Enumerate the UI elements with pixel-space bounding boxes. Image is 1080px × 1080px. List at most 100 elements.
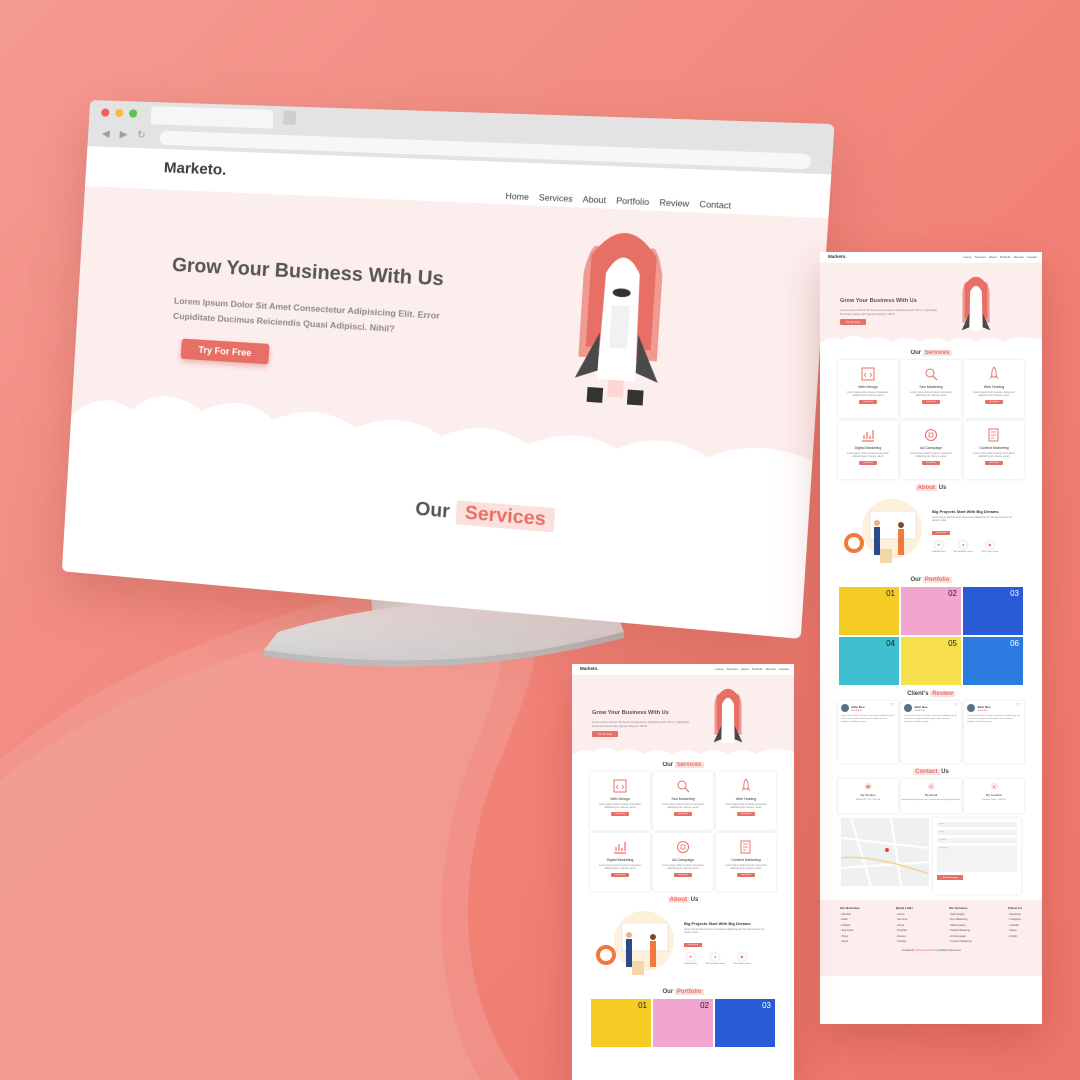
message-field[interactable]: message: [937, 846, 1017, 872]
back-arrow-icon[interactable]: ◀: [102, 129, 110, 140]
service-name: Web Design: [610, 797, 630, 801]
about-learn-more-button[interactable]: Learn More: [932, 531, 950, 535]
nav-about[interactable]: About: [582, 195, 606, 206]
portfolio-item[interactable]: 02: [901, 587, 961, 635]
new-tab-button[interactable]: [283, 110, 297, 126]
nav-portfolio[interactable]: Portfolio: [1000, 255, 1011, 259]
learn-more-button[interactable]: Learn More: [737, 812, 755, 816]
nav-contact[interactable]: Contact: [779, 667, 789, 671]
service-desc: Lorem ipsum dolor sit amet consectetur a…: [725, 864, 767, 870]
nav-portfolio[interactable]: Portfolio: [616, 196, 650, 207]
service-desc: Lorem ipsum dolor sit amet consectetur a…: [847, 452, 889, 458]
nav-home[interactable]: Home: [963, 255, 971, 259]
nav-about[interactable]: About: [989, 255, 997, 259]
send-message-button[interactable]: Send Message: [937, 875, 963, 880]
nav-home[interactable]: Home: [505, 192, 529, 202]
page-header: Marketo. Home Services About Portfolio R…: [572, 664, 794, 676]
learn-more-button[interactable]: Learn More: [859, 461, 877, 465]
service-card: Web Hosting Lorem ipsum dolor sit amet c…: [716, 772, 776, 830]
nav-contact[interactable]: Contact: [1027, 255, 1037, 259]
service-desc: Lorem ipsum dolor sit amet consectetur a…: [662, 864, 704, 870]
learn-more-button[interactable]: Learn More: [674, 873, 692, 877]
document-pen-icon: [988, 428, 999, 442]
about-heading: About Us: [820, 485, 1042, 491]
review-heading: Client's Review: [820, 691, 1042, 697]
learn-more-button[interactable]: Learn More: [922, 400, 940, 404]
nav-review[interactable]: Review: [659, 198, 689, 209]
number-field[interactable]: number: [937, 838, 1017, 843]
nav-home[interactable]: Home: [715, 667, 723, 671]
heading-prefix: Client's: [907, 691, 929, 697]
page-logo[interactable]: Marketo.: [828, 254, 847, 259]
services-heading: Our Services: [820, 350, 1042, 356]
portfolio-item[interactable]: 03: [963, 587, 1023, 635]
portfolio-item[interactable]: 04: [839, 637, 899, 685]
heading-prefix: Our: [662, 989, 674, 995]
page-logo[interactable]: Marketo.: [580, 666, 599, 671]
service-desc: Lorem ipsum dolor sit amet consectetur a…: [599, 864, 641, 870]
learn-more-button[interactable]: Learn More: [611, 812, 629, 816]
nav-about[interactable]: About: [741, 667, 749, 671]
heading-prefix: Our: [910, 350, 922, 356]
location-map[interactable]: [841, 818, 929, 886]
name-field[interactable]: name: [937, 822, 1017, 827]
bar-chart-icon: [862, 430, 874, 442]
service-card: Digital Marketing Lorem ipsum dolor sit …: [838, 421, 898, 479]
learn-more-button[interactable]: Learn More: [674, 812, 692, 816]
portfolio-grid: 01 02 03 04 05 06: [820, 587, 1042, 685]
nav-review[interactable]: Review: [1014, 255, 1024, 259]
heading-highlight: Review: [930, 691, 955, 697]
learn-more-button[interactable]: Learn More: [859, 400, 877, 404]
minimize-window-button[interactable]: [114, 108, 124, 118]
portfolio-item[interactable]: 01: [839, 587, 899, 635]
portfolio-item[interactable]: 03: [715, 999, 775, 1047]
page-header: Marketo. Home Services About Portfolio R…: [820, 252, 1042, 264]
forward-arrow-icon[interactable]: ▶: [119, 129, 127, 140]
location-pin-icon: ●: [990, 783, 998, 790]
try-for-free-button[interactable]: Try For Free: [592, 731, 618, 737]
close-window-button[interactable]: [101, 108, 110, 117]
browser-tab[interactable]: [150, 106, 274, 129]
email-field[interactable]: email: [937, 830, 1017, 835]
learn-more-button[interactable]: Learn More: [611, 873, 629, 877]
learn-more-button[interactable]: Learn More: [922, 461, 940, 465]
try-for-free-button[interactable]: Try For Free: [840, 319, 866, 325]
about-title: Big Projects Start With Big Dreams: [932, 509, 999, 514]
heading-highlight: Contact: [913, 769, 940, 775]
nav-portfolio[interactable]: Portfolio: [752, 667, 763, 671]
portfolio-heading: Our Portfolio: [820, 577, 1042, 583]
portfolio-item[interactable]: 06: [963, 637, 1023, 685]
service-card: Digital Marketing Lorem ipsum dolor sit …: [590, 833, 650, 891]
service-card: Content Marketing Lorem ipsum dolor sit …: [716, 833, 776, 891]
contact-heading: Contact Us: [820, 769, 1042, 775]
heading-highlight: Services: [674, 762, 704, 768]
nav-services[interactable]: Services: [538, 193, 573, 204]
contact-form: name email number message Send Message: [933, 818, 1021, 894]
about-illustration: [596, 911, 674, 975]
reload-icon[interactable]: ↻: [137, 130, 146, 141]
heading-prefix: Our: [662, 762, 674, 768]
learn-more-button[interactable]: Learn More: [737, 873, 755, 877]
nav-contact[interactable]: Contact: [699, 200, 731, 211]
site-logo[interactable]: Marketo.: [163, 159, 227, 179]
about-learn-more-button[interactable]: Learn More: [684, 943, 702, 947]
portfolio-item[interactable]: 05: [901, 637, 961, 685]
page-footer: Our Branches Mumbai Delhi Kolkata Sao Pa…: [820, 900, 1042, 976]
page-hero: Grow Your Business With Us Lorem Ipsum D…: [572, 676, 794, 762]
review-text: Lorem ipsum dolor sit amet consectetur a…: [904, 715, 958, 723]
learn-more-button[interactable]: Learn More: [985, 400, 1003, 404]
learn-more-button[interactable]: Learn More: [985, 461, 1003, 465]
maximize-window-button[interactable]: [128, 109, 138, 118]
nav-services[interactable]: Services: [974, 255, 986, 259]
monitor-screen: ◀ ▶ ↻ Marketo. Home Services About Portf…: [61, 100, 835, 640]
nav-services[interactable]: Services: [726, 667, 738, 671]
megaphone-icon: [925, 429, 937, 441]
contact-card: ● My Location Mumbai, India - 400104: [964, 779, 1024, 813]
nav-review[interactable]: Review: [766, 667, 776, 671]
portfolio-item[interactable]: 01: [591, 999, 651, 1047]
heading-highlight: Portfolio: [922, 577, 952, 583]
portfolio-item[interactable]: 02: [653, 999, 713, 1047]
service-card: Web Design Lorem ipsum dolor sit amet co…: [590, 772, 650, 830]
service-card: Content Marketing Lorem ipsum dolor sit …: [964, 421, 1024, 479]
user-icon: ●: [711, 953, 720, 961]
